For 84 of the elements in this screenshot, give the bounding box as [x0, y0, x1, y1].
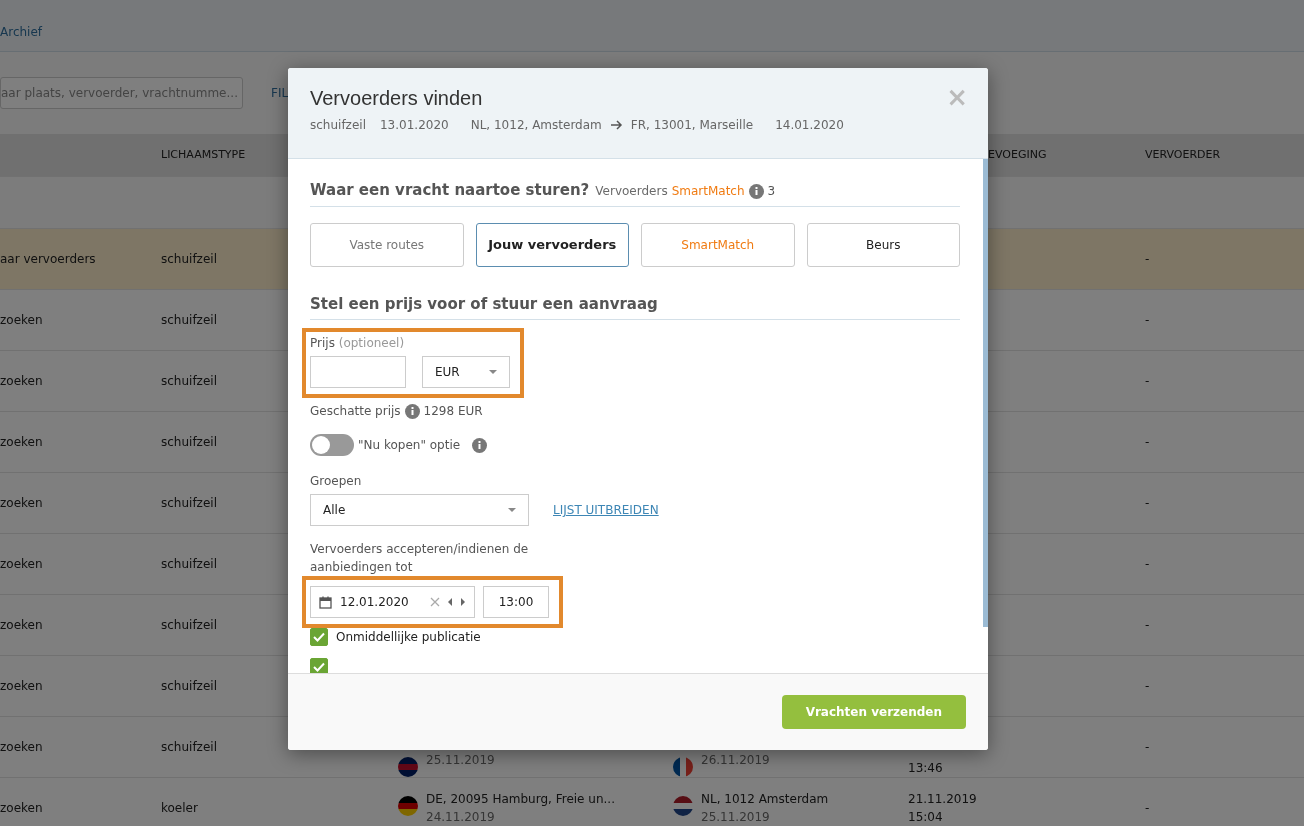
- table-cell-text: NL, 1012 Amsterdam: [701, 791, 829, 808]
- arrow-icon: [609, 119, 623, 131]
- groups-label: Groepen: [310, 473, 363, 490]
- route-origin: NL, 1012, Amsterdam: [470, 117, 602, 134]
- section-heading: Waar een vracht naartoe sturen?: [310, 180, 590, 201]
- table-cell-text: 15:04: [908, 809, 944, 826]
- table-cell: -: [1145, 740, 1150, 754]
- table-cell-text: 13:46: [908, 760, 944, 777]
- checkbox-label: Onmiddellijke publicatie: [336, 629, 481, 646]
- table-cell: schuifzeil: [161, 374, 217, 388]
- load-date: 13.01.2020: [379, 117, 449, 134]
- deadline-label: Vervoerders accepteren/indienen de aanbiedingen tot: [310, 541, 530, 576]
- table-cell: zoeken: [0, 435, 43, 449]
- table-cell: zoeken: [0, 496, 43, 510]
- carriers-label: Vervoerders: [595, 183, 668, 200]
- table-cell: zoeken: [0, 313, 43, 327]
- channel-tab[interactable]: Beurs: [806, 222, 960, 267]
- info-icon[interactable]: [472, 437, 488, 453]
- table-cell: -: [1145, 618, 1150, 632]
- table-cell: schuifzeil: [161, 740, 217, 754]
- table-cell: schuifzeil: [161, 496, 217, 510]
- estimate-value: 1298 EUR: [423, 403, 483, 420]
- carriers-count: 3: [767, 183, 776, 200]
- estimate-label: Geschatte prijs: [310, 403, 401, 420]
- table-cell-text: DE, 20095 Hamburg, Freie un...: [426, 791, 615, 808]
- table-cell: schuifzeil: [161, 435, 217, 449]
- table-cell: schuifzeil: [161, 252, 217, 266]
- table-cell: zoeken: [0, 557, 43, 571]
- calendar-icon: [319, 595, 332, 609]
- currency-select[interactable]: EUR: [422, 356, 510, 388]
- date-value: 12.01.2020: [340, 594, 410, 611]
- expand-list-link[interactable]: LIJST UITBREIDEN: [553, 501, 659, 519]
- section-heading: Stel een prijs voor of stuur een aanvraag: [310, 292, 960, 320]
- modal-title: Vervoerders vinden: [310, 86, 483, 110]
- table-cell: -: [1145, 374, 1150, 388]
- unload-date: 14.01.2020: [775, 117, 844, 134]
- table-cell: schuifzeil: [161, 618, 217, 632]
- route-destination: FR, 13001, Marseille: [630, 117, 754, 134]
- table-cell: -: [1145, 252, 1150, 266]
- table-cell: zoeken: [0, 374, 43, 388]
- table-cell: zoeken: [0, 679, 43, 693]
- groups-select[interactable]: Alle: [310, 494, 529, 526]
- checkbox[interactable]: [310, 628, 328, 646]
- channel-tab[interactable]: SmartMatch: [641, 222, 795, 267]
- smartmatch-label: SmartMatch: [671, 183, 745, 200]
- table-cell: -: [1145, 496, 1150, 510]
- date-controls-icon[interactable]: [430, 597, 466, 607]
- toggle-label: "Nu kopen" optie: [358, 437, 461, 454]
- table-cell-text: 25.11.2019: [701, 809, 771, 826]
- table-cell: schuifzeil: [161, 679, 217, 693]
- time-field[interactable]: 13:00: [483, 586, 549, 618]
- info-icon[interactable]: [748, 183, 764, 199]
- checkbox[interactable]: [310, 658, 328, 673]
- table-cell-text: 26.11.2019: [701, 752, 770, 769]
- filter-link[interactable]: FIL: [271, 84, 289, 102]
- table-cell-text: 24.11.2019: [426, 809, 496, 826]
- table-cell: -: [1145, 679, 1150, 693]
- table-cell: zoeken: [0, 740, 43, 754]
- channel-tab[interactable]: Jouw vervoerders: [475, 222, 629, 267]
- table-cell: zoeken: [0, 801, 43, 815]
- table-cell: -: [1145, 435, 1150, 449]
- table-cell: -: [1145, 801, 1150, 815]
- column-header: VERVOERDER: [1145, 147, 1221, 161]
- table-cell-text: 25.11.2019: [426, 752, 495, 769]
- table-cell: koeler: [161, 801, 198, 815]
- table-cell: -: [1145, 557, 1150, 571]
- toggle-switch[interactable]: [310, 434, 354, 456]
- column-header: LICHAAMSTYPE: [161, 147, 246, 161]
- price-label: Prijs (optioneel): [310, 335, 406, 352]
- table-cell: schuifzeil: [161, 557, 217, 571]
- table-cell-text: 21.11.2019: [908, 791, 978, 808]
- table-cell: aar vervoerders: [0, 252, 96, 266]
- scrollbar[interactable]: [983, 159, 988, 627]
- date-field[interactable]: 12.01.2020: [310, 586, 475, 618]
- price-field[interactable]: [310, 356, 406, 388]
- column-header: EVOEGING: [988, 147, 1047, 161]
- archive-tab[interactable]: Archief: [0, 23, 43, 41]
- table-cell: -: [1145, 313, 1150, 327]
- table-cell: zoeken: [0, 618, 43, 632]
- table-cell: schuifzeil: [161, 313, 217, 327]
- info-icon[interactable]: [404, 403, 420, 419]
- body-type: schuifzeil: [310, 117, 366, 134]
- channel-tab[interactable]: Vaste routes: [310, 222, 464, 267]
- search-field[interactable]: aar plaats, vervoerder, vrachtnumme...: [0, 77, 243, 109]
